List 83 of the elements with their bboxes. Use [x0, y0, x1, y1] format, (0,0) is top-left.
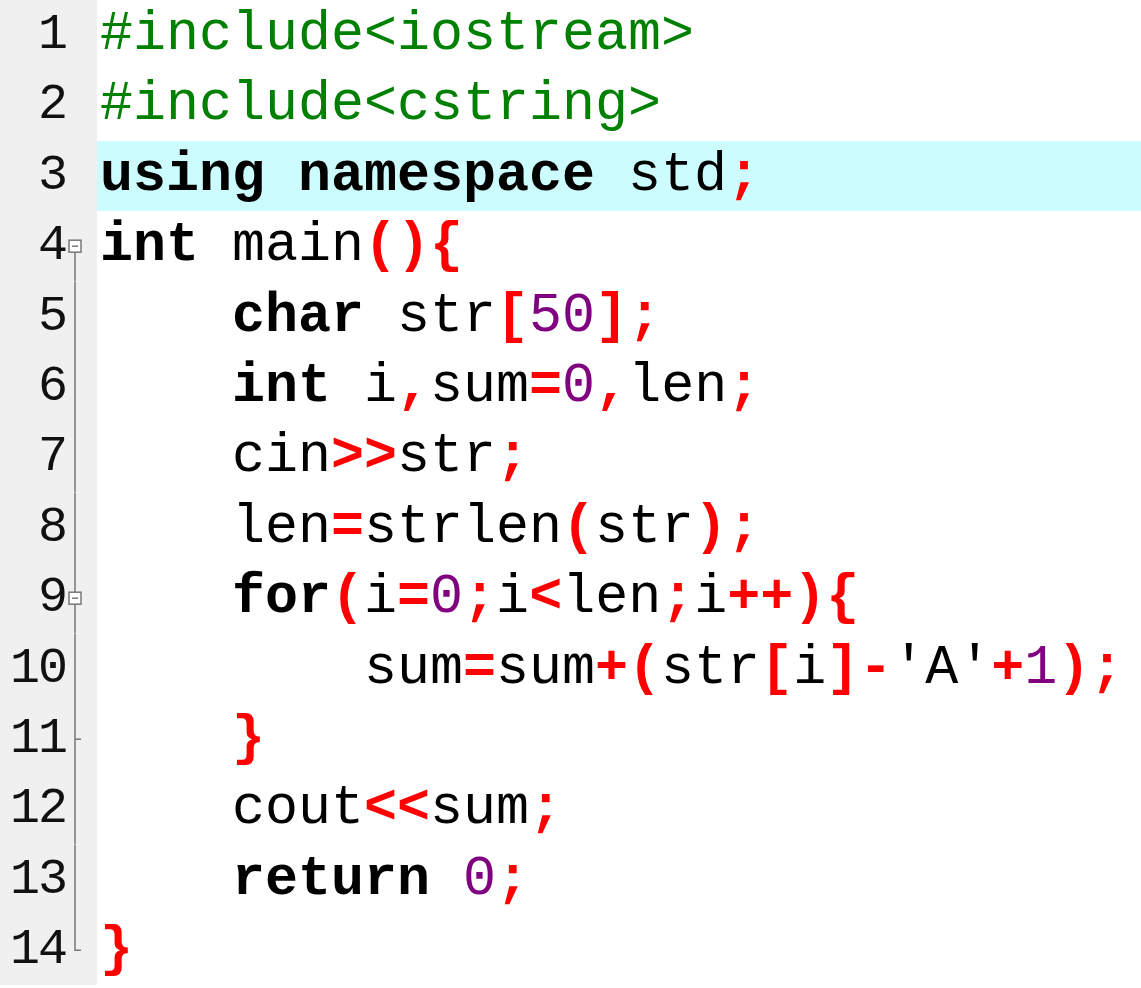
operator: ];	[595, 284, 662, 348]
operator: ,	[397, 354, 431, 418]
char-literal: 'A'	[892, 636, 992, 700]
keyword: char	[232, 284, 366, 348]
number-literal: 0	[463, 847, 497, 911]
line-number: 6	[37, 356, 66, 417]
line-number: 4	[37, 216, 66, 277]
operator: =	[397, 566, 431, 630]
identifier: len	[232, 495, 332, 559]
operator: ;	[529, 777, 563, 841]
operator: ,	[595, 354, 629, 418]
identifier: i	[364, 566, 398, 630]
line-number: 2	[37, 75, 66, 136]
line-number: 1	[37, 5, 66, 65]
identifier: sum	[430, 354, 530, 418]
fold-line-icon	[74, 633, 76, 704]
number-literal: 0	[430, 566, 464, 630]
operator: ;	[661, 566, 695, 630]
operator: =	[463, 636, 497, 700]
identifier: sum	[430, 777, 530, 841]
operator: <	[529, 566, 563, 630]
keyword: int	[100, 214, 201, 278]
operator: =	[529, 354, 563, 418]
identifier: i	[694, 566, 728, 630]
identifier: cin	[232, 425, 332, 489]
identifier: cout	[232, 777, 365, 841]
number-literal: 0	[562, 354, 596, 418]
operator: +(	[595, 636, 662, 700]
operator: =	[331, 495, 365, 559]
operator: ++){	[727, 566, 860, 630]
include-directive: #include<iostream>	[100, 3, 695, 66]
operator: );	[694, 495, 761, 559]
identifier: main	[232, 214, 365, 278]
identifier: str	[397, 425, 497, 489]
line-number: 11	[9, 708, 66, 769]
operator: (){	[364, 214, 464, 278]
operator: ;	[496, 425, 530, 489]
line-number: 7	[37, 427, 66, 488]
operator: ;	[496, 847, 530, 911]
identifier: i	[364, 354, 398, 418]
identifier: sum	[364, 636, 464, 700]
keyword: using namespace	[100, 143, 597, 207]
identifier: std	[628, 143, 728, 207]
operator: (	[562, 495, 596, 559]
operator: >>	[331, 425, 398, 489]
identifier: sum	[496, 636, 596, 700]
operator: ;	[463, 566, 497, 630]
identifier: str	[595, 495, 695, 559]
operator: [	[496, 284, 530, 348]
operator: );	[1057, 636, 1124, 700]
operator: <<	[364, 777, 431, 841]
identifier: strlen	[364, 495, 563, 559]
line-number: 10	[9, 638, 66, 699]
identifier: len	[628, 354, 728, 418]
operator: ]-	[826, 636, 893, 700]
fold-end-icon	[74, 703, 82, 775]
operator: }	[100, 918, 133, 982]
operator: ;	[727, 354, 761, 418]
operator: +	[991, 636, 1025, 700]
line-number: 9	[37, 568, 66, 629]
line-number: 5	[37, 286, 66, 347]
line-number: 13	[9, 849, 66, 910]
operator: ;	[727, 143, 761, 207]
operator: (	[331, 566, 365, 630]
keyword: for	[232, 566, 332, 630]
number-literal: 50	[529, 284, 596, 348]
number-literal: 1	[1024, 636, 1058, 700]
identifier: len	[562, 566, 662, 630]
identifier: str	[397, 284, 497, 348]
line-number: 14	[9, 920, 66, 981]
fold-end-icon	[74, 915, 82, 952]
line-number: 12	[9, 779, 66, 840]
include-directive: #include<cstring>	[100, 73, 662, 137]
identifier: i	[496, 566, 530, 630]
identifier: str	[661, 636, 761, 700]
line-number: 3	[37, 145, 66, 206]
operator: }	[232, 706, 265, 770]
keyword: return	[232, 847, 432, 911]
fold-toggle-icon[interactable]	[68, 563, 82, 634]
line-number: 8	[37, 497, 66, 558]
identifier: i	[793, 636, 827, 700]
keyword: int	[232, 354, 333, 418]
operator: [	[760, 636, 794, 700]
